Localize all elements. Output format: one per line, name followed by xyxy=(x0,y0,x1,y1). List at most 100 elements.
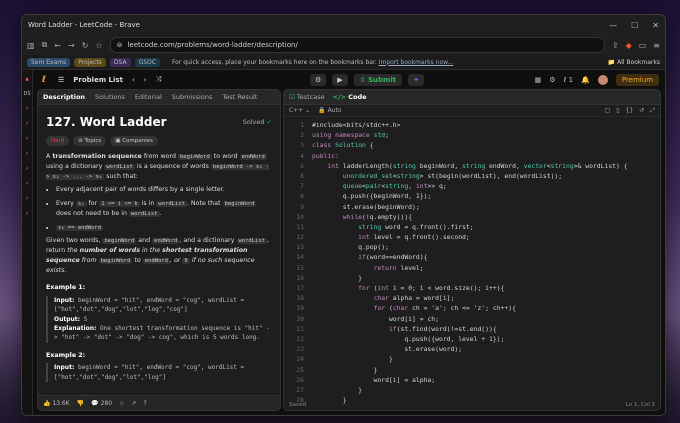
bookmark-icon[interactable]: ☆ xyxy=(95,41,102,50)
fullscreen-icon[interactable]: ⤢ xyxy=(650,107,655,115)
format-icon[interactable]: {} xyxy=(626,107,634,115)
line-number: 10 xyxy=(296,212,304,221)
list-icon[interactable]: ☰ xyxy=(58,76,64,84)
tab-solutions[interactable]: Solutions xyxy=(95,93,125,101)
code-tabs: ☑ Testcase </> Code xyxy=(284,90,660,105)
like-button[interactable]: 👍 13.6K xyxy=(43,400,70,407)
dislike-icon[interactable]: 👎 xyxy=(77,400,84,407)
ai-icon[interactable]: ✦ xyxy=(408,73,424,86)
all-bookmarks-button[interactable]: 📁 All Bookmarks xyxy=(608,59,660,66)
code-text: q.push({beginWord, 1}); xyxy=(312,192,432,201)
settings-icon[interactable]: ⚙ xyxy=(549,76,555,84)
tab-description[interactable]: Description xyxy=(43,93,85,101)
menu-icon[interactable]: ≡ xyxy=(653,41,660,50)
tabs-icon[interactable]: ⧉ xyxy=(42,40,48,50)
tab-editorial[interactable]: Editorial xyxy=(135,93,162,101)
line-number: 24 xyxy=(296,355,304,364)
sidebar-icon[interactable]: ⚡ xyxy=(25,166,29,172)
left-tabs: Description Solutions Editorial Submissi… xyxy=(38,90,280,105)
brave-shield-icon[interactable]: ◆ xyxy=(626,41,632,50)
leetcode-logo-icon[interactable]: ℓ xyxy=(39,75,49,85)
code-line: 25 } xyxy=(284,365,660,375)
sidebar-icon[interactable]: ⚡ xyxy=(25,181,29,187)
sidebar-icon[interactable]: ⚡ xyxy=(25,211,29,217)
tab-submissions[interactable]: Submissions xyxy=(172,93,213,101)
line-number: 20 xyxy=(296,314,304,323)
topics-button[interactable]: ⊘ Topics xyxy=(73,135,107,147)
code-line: 15 return level; xyxy=(284,263,660,273)
address-bar[interactable]: ⊜ leetcode.com/problems/word-ladder/desc… xyxy=(109,37,605,53)
submit-button[interactable]: ⇧ Submit xyxy=(353,73,403,86)
line-number: 26 xyxy=(296,375,304,384)
tab-code[interactable]: </> Code xyxy=(333,93,367,101)
tab-test-result[interactable]: Test Result xyxy=(222,93,257,101)
bookmark-folder[interactable]: DSA xyxy=(109,57,131,67)
streak-count[interactable]: ℓ 1 xyxy=(564,76,574,84)
sidebar-icon[interactable]: ▲ xyxy=(25,76,29,82)
code-text: word[i] = ch; xyxy=(312,314,439,323)
code-text: int ladderLength(string beginWord, strin… xyxy=(327,161,628,170)
language-select[interactable]: C++ ⌄ xyxy=(289,107,310,114)
comments-button[interactable]: 💬 280 xyxy=(91,400,112,407)
line-number: 6 xyxy=(300,171,304,180)
layout-icon[interactable]: ▦ xyxy=(535,76,542,84)
reload-icon[interactable]: ↻ xyxy=(82,41,89,50)
help-icon[interactable]: ? xyxy=(143,400,146,407)
import-bookmarks-link[interactable]: Import bookmarks now... xyxy=(379,59,454,66)
bookmark-folder[interactable]: Projects xyxy=(74,57,106,67)
companies-button[interactable]: ▣ Companies xyxy=(110,135,158,147)
run-button[interactable]: ▶ xyxy=(332,73,348,86)
next-icon[interactable]: › xyxy=(144,76,147,84)
code-line: 5 int ladderLength(string beginWord, str… xyxy=(284,161,660,171)
line-number: 14 xyxy=(296,253,304,262)
prev-icon[interactable]: ‹ xyxy=(132,76,135,84)
code-editor[interactable]: 1 #include<bits/stdc++.h> 2 using namespace… xyxy=(284,117,660,405)
sidebar-toggle-icon[interactable]: ▥ xyxy=(27,41,35,50)
sidebar-item-ds[interactable]: DS xyxy=(23,91,30,97)
debug-icon[interactable]: ⚙ xyxy=(310,73,327,86)
code-text: } xyxy=(312,365,378,374)
code-line: 1 #include<bits/stdc++.h> xyxy=(284,120,660,130)
tab-testcase[interactable]: ☑ Testcase xyxy=(289,93,325,101)
minimize-icon[interactable]: — xyxy=(609,21,617,30)
problem-list-button[interactable]: Problem List xyxy=(73,76,123,84)
maximize-icon[interactable]: ☐ xyxy=(631,21,638,30)
sidebar-icon[interactable]: ⚡ xyxy=(25,136,29,142)
close-icon[interactable]: ✕ xyxy=(652,21,659,30)
back-icon[interactable]: ← xyxy=(54,41,61,50)
code-text: if(st.find(word)!=st.end()){ xyxy=(388,324,497,333)
sidebar-icon[interactable]: ⚡ xyxy=(25,121,29,127)
editor-status: Saved Ln 1, Col 1 xyxy=(284,399,660,410)
shuffle-icon[interactable]: ⤨ xyxy=(156,75,162,84)
bookmark-folder[interactable]: GSOC xyxy=(134,57,160,67)
problem-task: Given two words, beginWord and endWord, … xyxy=(46,237,270,274)
favorite-icon[interactable]: ☆ xyxy=(119,400,124,407)
notifications-icon[interactable]: 🔔 xyxy=(581,76,590,84)
share-icon[interactable]: ↗ xyxy=(131,400,136,407)
navigation-bar: ▥ ⧉ ← → ↻ ☆ ⊜ leetcode.com/problems/word… xyxy=(22,35,665,55)
sidebar-icon[interactable]: ⚡ xyxy=(25,196,29,202)
bookmark-code-icon[interactable]: ▯ xyxy=(616,107,619,115)
bookmarks-bar: Sem Exams Projects DSA GSOC For quick acces… xyxy=(22,55,665,70)
avatar[interactable] xyxy=(597,74,608,85)
sidebar-icon[interactable]: ⚡ xyxy=(25,106,29,112)
code-text: } xyxy=(312,355,393,364)
line-number: 9 xyxy=(300,202,304,211)
bookmark-folder[interactable]: Sem Exams xyxy=(27,57,71,67)
note-icon[interactable]: ▢ xyxy=(605,107,611,115)
wallet-icon[interactable]: ▭ xyxy=(639,41,647,50)
sidebar-icon[interactable]: ⚡ xyxy=(25,151,29,157)
problem-title[interactable]: 127. Word Ladder xyxy=(46,113,167,132)
forward-icon[interactable]: → xyxy=(68,41,75,50)
auto-mode[interactable]: 🔒 Auto xyxy=(318,107,341,114)
code-line: 13 q.pop(); xyxy=(284,242,660,252)
description-footer: 👍 13.6K 👎 💬 280 ☆ ↗ ? xyxy=(38,395,280,410)
code-line: 22 q.push({word, level + 1}); xyxy=(284,334,660,344)
line-number: 12 xyxy=(296,233,304,242)
premium-button[interactable]: Premium xyxy=(615,73,659,86)
code-text: if(word==endWord){ xyxy=(358,253,428,262)
site-info-icon[interactable]: ⊜ xyxy=(117,41,123,49)
example-2: Input: beginWord = "hit", endWord = "cog… xyxy=(46,363,272,382)
share-icon[interactable]: ⇪ xyxy=(612,41,619,50)
reset-icon[interactable]: ↺ xyxy=(639,107,644,115)
